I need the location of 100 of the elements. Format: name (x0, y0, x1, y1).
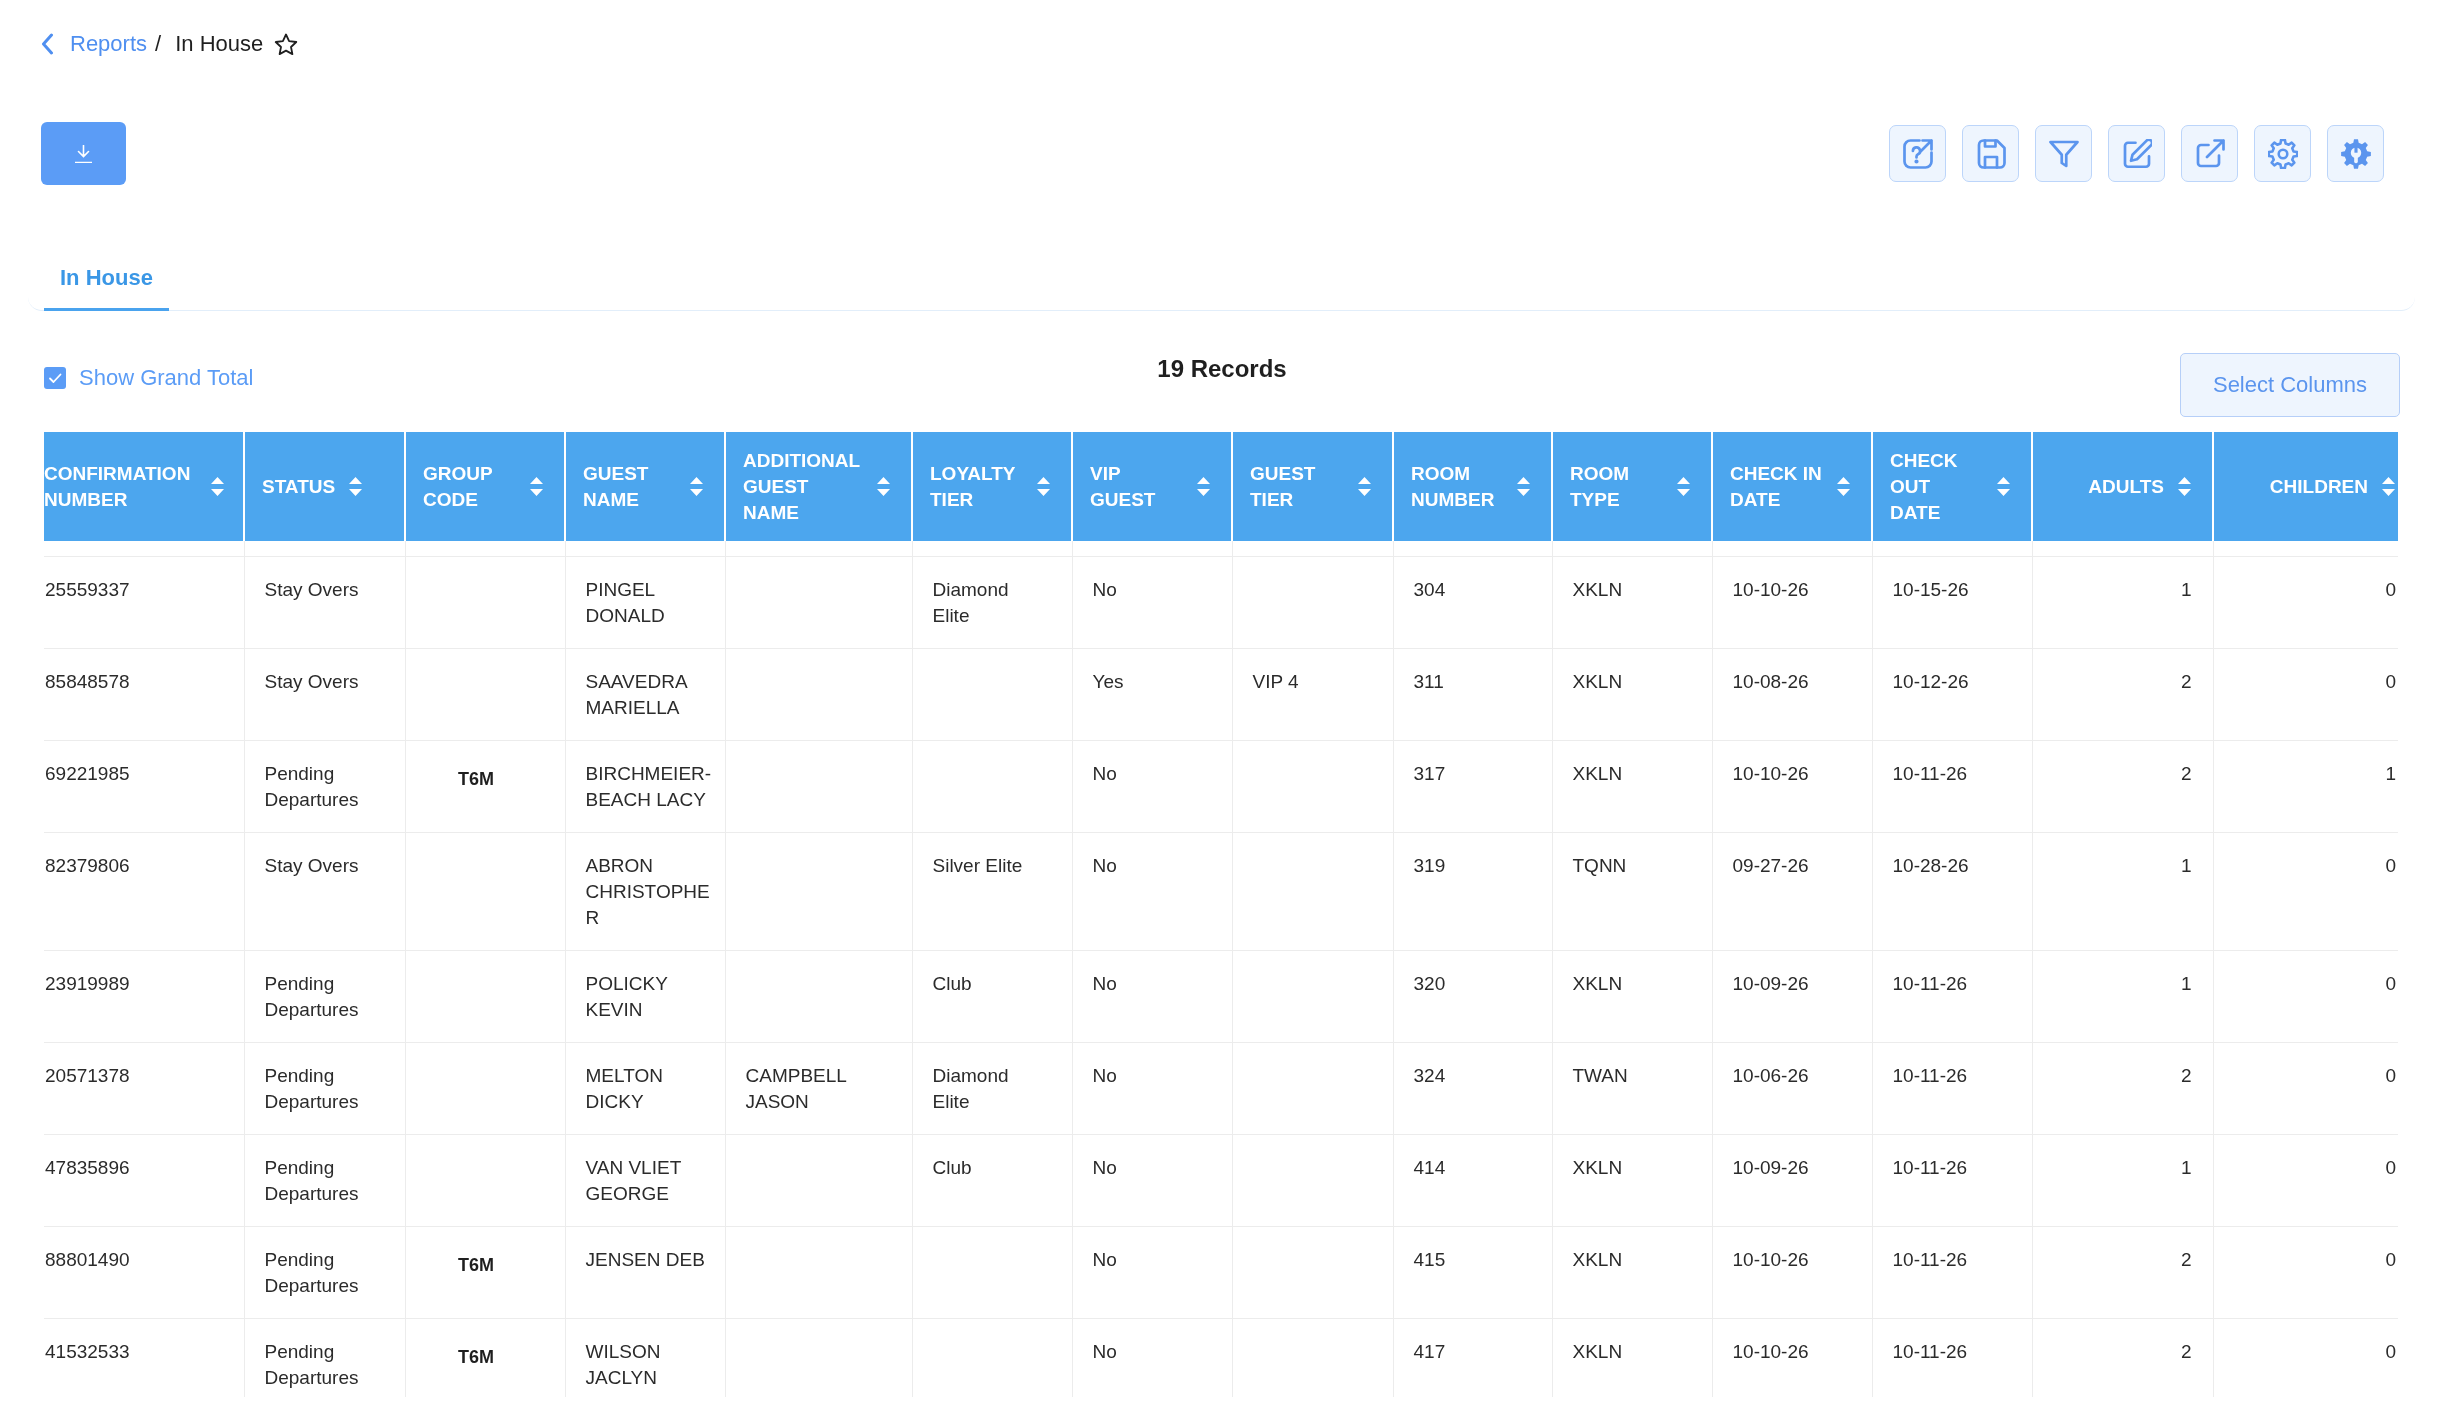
table-cell: 1 (2032, 556, 2213, 649)
column-header[interactable]: ROOM TYPE (1552, 432, 1712, 541)
table-cell: 25559337 (44, 556, 244, 649)
table-cell: 10-11-26 (1872, 1318, 2032, 1397)
table-cell: CAMPBELL JASON (725, 1042, 912, 1135)
table-cell: 324 (1393, 1042, 1552, 1135)
table-cell: 69221985 (44, 740, 244, 833)
table-cell: 1 (2032, 950, 2213, 1043)
star-icon[interactable] (274, 32, 299, 56)
column-header[interactable]: GUEST TIER (1232, 432, 1393, 541)
table-cell: 0 (2213, 1226, 2398, 1319)
sort-icon (1997, 477, 2010, 496)
edit-icon (2121, 138, 2152, 169)
gear-wrench-icon (2340, 138, 2371, 169)
table-cell: 415 (1393, 1226, 1552, 1319)
filter-icon (2048, 138, 2079, 169)
table-cell: 23919989 (44, 950, 244, 1043)
download-button[interactable] (41, 122, 126, 185)
table-cell: XKLN (1552, 648, 1712, 741)
column-header[interactable]: CHILDREN (2213, 432, 2398, 541)
record-count: 19 Records (1157, 354, 1287, 384)
table-cell: 47835896 (44, 1134, 244, 1227)
table-cell: No (1072, 1226, 1232, 1319)
table-cell: ABRON CHRISTOPHER (565, 832, 725, 951)
column-header[interactable]: GROUP CODE (405, 432, 565, 541)
table-cell: 10-11-26 (1872, 1134, 2032, 1227)
table-cell: VAN VLIET GEORGE (565, 1134, 725, 1227)
sort-icon (1197, 477, 1210, 496)
checkbox-label[interactable]: Show Grand Total (79, 366, 254, 390)
sort-icon (877, 477, 890, 496)
settings-button[interactable] (2254, 125, 2311, 182)
table-cell: 311 (1393, 648, 1552, 741)
tools-button[interactable] (2327, 125, 2384, 182)
help-button[interactable] (1889, 125, 1946, 182)
table-cell: TQNN (1552, 832, 1712, 951)
sort-icon (530, 477, 543, 496)
table-cell: 304 (1393, 556, 1552, 649)
edit-button[interactable] (2108, 125, 2165, 182)
column-header[interactable]: ROOM NUMBER (1393, 432, 1552, 541)
table-cell: 10-10-26 (1712, 740, 1872, 833)
save-icon (1975, 138, 2006, 169)
sort-icon (1358, 477, 1371, 496)
filter-button[interactable] (2035, 125, 2092, 182)
table-cell: T6M (405, 740, 565, 833)
table-cell: 320 (1393, 950, 1552, 1043)
sort-icon (1517, 477, 1530, 496)
sort-icon (2178, 477, 2191, 496)
table-cell: POLICKY KEVIN (565, 950, 725, 1043)
table-cell: Pending Departures (244, 950, 405, 1043)
sort-icon (349, 477, 363, 496)
column-header[interactable]: VIP GUEST (1072, 432, 1232, 541)
table-cell: SAAVEDRA MARIELLA (565, 648, 725, 741)
tab[interactable]: In House (44, 265, 169, 311)
sort-icon (690, 477, 703, 496)
column-header[interactable]: LOYALTY TIER (912, 432, 1072, 541)
external-link-button[interactable] (2181, 125, 2238, 182)
table-cell: 10-11-26 (1872, 1226, 2032, 1319)
table-cell: MELTON DICKY (565, 1042, 725, 1135)
table-cell: Club (912, 950, 1072, 1043)
table-cell: Stay Overs (244, 648, 405, 741)
table-cell: 10-09-26 (1712, 950, 1872, 1043)
column-header[interactable]: CHECK IN DATE (1712, 432, 1872, 541)
column-header[interactable]: ADULTS (2032, 432, 2213, 541)
table-cell: Stay Overs (244, 832, 405, 951)
select-columns-button[interactable]: Select Columns (2180, 353, 2400, 417)
table-cell: XKLN (1552, 1226, 1712, 1319)
sort-icon (211, 477, 224, 496)
table-cell: 2 (2032, 1042, 2213, 1135)
table-cell: Pending Departures (244, 1318, 405, 1397)
column-header[interactable]: ADDITIONAL GUEST NAME (725, 432, 912, 541)
table-cell: 10-06-26 (1712, 1042, 1872, 1135)
save-button[interactable] (1962, 125, 2019, 182)
table-cell: No (1072, 556, 1232, 649)
table-cell: VIP 4 (1232, 648, 1393, 741)
table-cell: 10-15-26 (1872, 556, 2032, 649)
table-cell: 10-12-26 (1872, 648, 2032, 741)
table-cell: XKLN (1552, 1318, 1712, 1397)
breadcrumb-link[interactable]: Reports (70, 31, 148, 57)
column-header[interactable]: STATUS (244, 432, 405, 541)
column-header[interactable]: CHECK OUT DATE (1872, 432, 2032, 541)
table-cell: 10-10-26 (1712, 1226, 1872, 1319)
table-cell: T6M (405, 1318, 565, 1397)
column-header[interactable]: GUEST NAME (565, 432, 725, 541)
table-cell: TWAN (1552, 1042, 1712, 1135)
table-cell: 0 (2213, 556, 2398, 649)
table-cell: 1 (2032, 1134, 2213, 1227)
table-cell: 82379806 (44, 832, 244, 951)
table-cell: Diamond Elite (912, 556, 1072, 649)
table-cell: 2 (2032, 648, 2213, 741)
column-header[interactable]: CONFIRMATION NUMBER (44, 432, 244, 541)
checkbox[interactable] (44, 367, 66, 389)
help-icon (1902, 138, 1933, 169)
table-cell: 10-09-26 (1712, 1134, 1872, 1227)
table-cell: Diamond Elite (912, 1042, 1072, 1135)
table-cell: XKLN (1552, 1134, 1712, 1227)
table-cell: 2 (2032, 740, 2213, 833)
table-cell: No (1072, 950, 1232, 1043)
table-cell: 0 (2213, 648, 2398, 741)
table-cell: 41532533 (44, 1318, 244, 1397)
back-icon[interactable] (41, 33, 54, 55)
